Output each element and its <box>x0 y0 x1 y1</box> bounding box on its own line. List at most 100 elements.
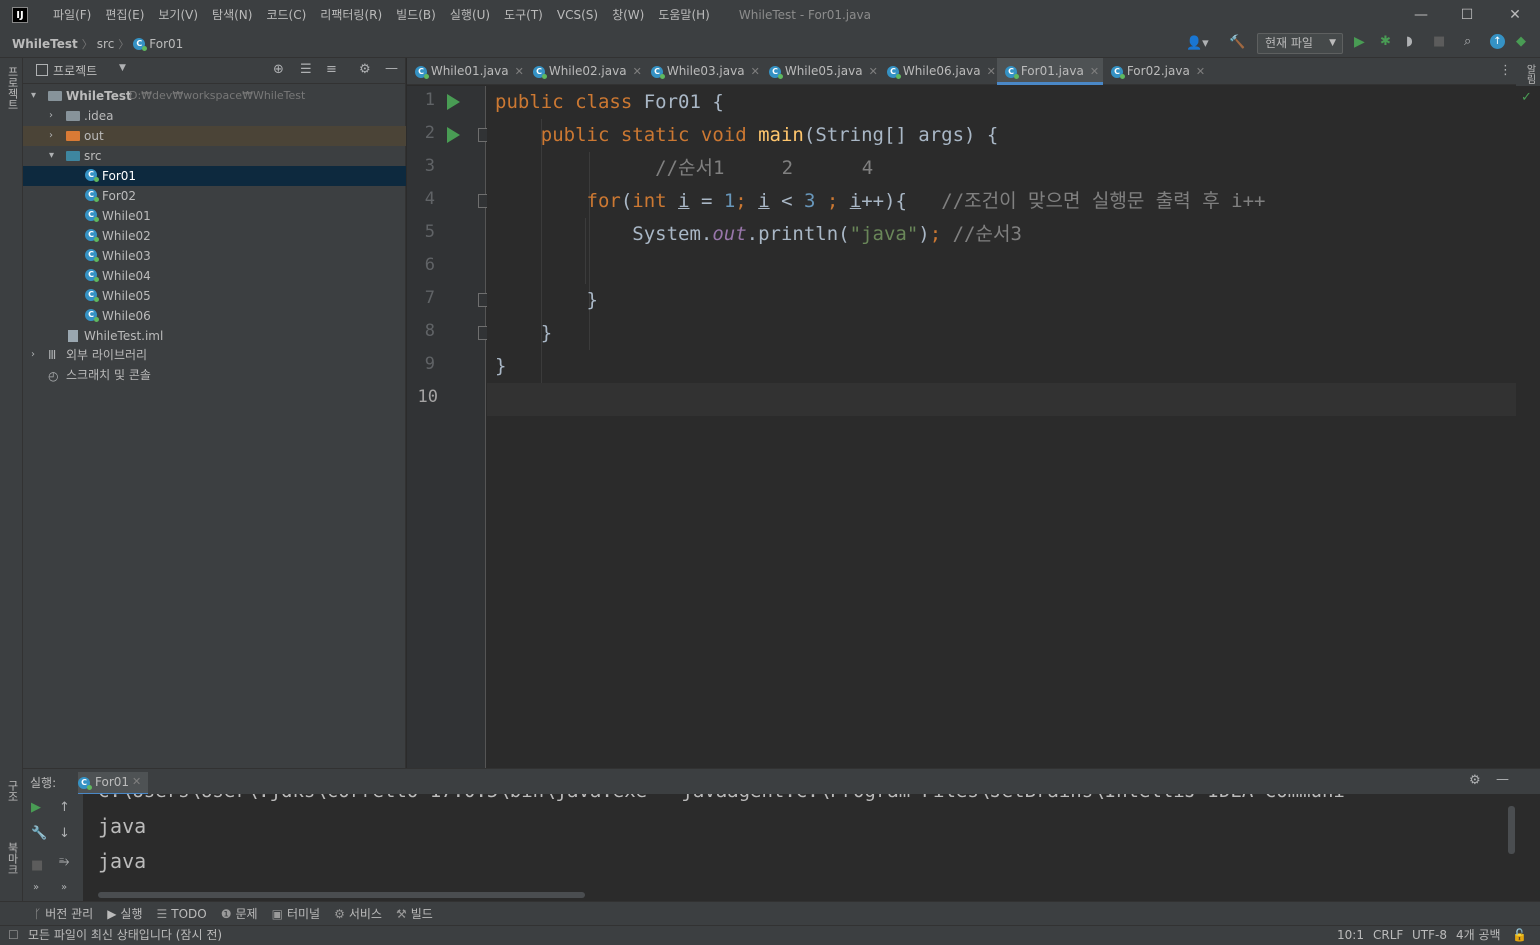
close-button[interactable]: ✕ <box>1492 0 1538 30</box>
user-icon[interactable]: 👤▾ <box>1186 36 1209 51</box>
tree-item-module[interactable]: ▾ WhileTest D:₩dev₩workspace₩WhileTest <box>23 86 406 106</box>
chevron-down-icon[interactable]: ▼ <box>119 63 126 73</box>
tree-item-external-libraries[interactable]: › Ⅲ 외부 라이브러리 <box>23 345 406 365</box>
tab-while06[interactable]: C While06.java ✕ <box>879 58 997 85</box>
stop-icon[interactable]: ■ <box>1433 34 1445 49</box>
tree-item-src[interactable]: ▾ src <box>23 146 406 166</box>
tree-item-scratches[interactable]: ◴ 스크래치 및 콘솔 <box>23 365 406 385</box>
tree-item-for01[interactable]: C For01 <box>23 166 406 186</box>
expand-arrow-icon[interactable]: › <box>49 106 59 126</box>
tool-build[interactable]: ⚒ 빌드 <box>396 905 433 922</box>
run-gutter-icon[interactable] <box>447 127 460 143</box>
hide-icon[interactable]: — <box>1496 772 1509 787</box>
close-icon[interactable]: ✕ <box>751 65 760 78</box>
run-icon[interactable]: ▶ <box>1354 34 1365 50</box>
menu-refactor[interactable]: 리팩터링(R) <box>313 0 389 30</box>
tab-while05[interactable]: C While05.java ✕ <box>761 58 879 85</box>
hide-icon[interactable]: — <box>385 61 398 76</box>
run-console[interactable]: ▶ ↑ 🔧 ↓ ■ ⥱ » » C:\Users\User\.jdks\corr… <box>23 794 1540 901</box>
scroll-down-icon[interactable]: ↓ <box>59 826 70 841</box>
code-editor[interactable]: public class For01 { public static void … <box>487 86 1516 768</box>
caret-position[interactable]: 10:1 <box>1337 926 1364 945</box>
minimize-button[interactable]: — <box>1398 0 1444 30</box>
run-tab[interactable]: C For01 ✕ <box>78 772 148 795</box>
menu-help[interactable]: 도움말(H) <box>651 0 717 30</box>
indent-setting[interactable]: 4개 공백 <box>1456 926 1501 945</box>
tab-for01[interactable]: C For01.java ✕ <box>997 58 1103 85</box>
stop-icon[interactable]: ■ <box>31 858 43 873</box>
file-encoding[interactable]: UTF-8 <box>1412 926 1447 945</box>
tool-services[interactable]: ⚙ 서비스 <box>334 905 382 922</box>
status-message[interactable]: 모든 파일이 최신 상태입니다 (잠시 전) <box>28 926 222 945</box>
close-icon[interactable]: ✕ <box>633 65 642 78</box>
tab-while03[interactable]: C While03.java ✕ <box>643 58 761 85</box>
tree-item-while04[interactable]: C While04 <box>23 266 406 286</box>
gear-icon[interactable]: ⚙ <box>359 62 371 77</box>
tool-version-control[interactable]: ᚴ 버전 관리 <box>34 905 93 922</box>
close-icon[interactable]: ✕ <box>132 775 141 788</box>
breadcrumb-file[interactable]: For01 <box>149 37 183 51</box>
tab-menu-icon[interactable]: ⋮ <box>1499 63 1512 78</box>
project-panel-title[interactable]: 프로젝트 <box>53 62 97 79</box>
bookmarks-tool-tab[interactable]: 북마크 <box>4 842 20 875</box>
menu-code[interactable]: 코드(C) <box>259 0 313 30</box>
menu-vcs[interactable]: VCS(S) <box>550 0 605 30</box>
locate-icon[interactable]: ⊕ <box>273 62 284 77</box>
tree-item-while06[interactable]: C While06 <box>23 306 406 326</box>
line-separator[interactable]: CRLF <box>1373 926 1403 945</box>
rerun-icon[interactable]: ▶ <box>31 800 41 815</box>
expand-arrow-icon[interactable]: ▾ <box>49 146 59 166</box>
editor-scrollbar[interactable]: ✓ <box>1516 86 1540 768</box>
wrench-icon[interactable]: 🔧 <box>31 826 47 841</box>
close-icon[interactable]: ✕ <box>987 65 996 78</box>
search-icon[interactable]: ⌕ <box>1464 34 1471 49</box>
tool-todo[interactable]: ☰ TODO <box>157 907 207 921</box>
close-icon[interactable]: ✕ <box>1090 65 1099 78</box>
build-hammer-icon[interactable]: 🔨 <box>1229 35 1245 50</box>
menu-window[interactable]: 창(W) <box>605 0 651 30</box>
update-icon[interactable]: ↑ <box>1490 34 1505 49</box>
console-horizontal-scrollbar[interactable] <box>98 892 585 898</box>
expand-all-icon[interactable]: ☰ <box>300 62 312 77</box>
tab-while02[interactable]: C While02.java ✕ <box>525 58 643 85</box>
tree-item-idea[interactable]: › .idea <box>23 106 406 126</box>
tool-problems[interactable]: ❶ 문제 <box>221 905 258 922</box>
tab-for02[interactable]: C For02.java ✕ <box>1103 58 1211 85</box>
close-icon[interactable]: ✕ <box>515 65 524 78</box>
tree-item-while02[interactable]: C While02 <box>23 226 406 246</box>
tree-item-while03[interactable]: C While03 <box>23 246 406 266</box>
tab-while01[interactable]: C While01.java ✕ <box>407 58 525 85</box>
close-icon[interactable]: ✕ <box>1196 65 1205 78</box>
close-icon[interactable]: ✕ <box>869 65 878 78</box>
gear-icon[interactable]: ⚙ <box>1469 773 1481 788</box>
scroll-up-icon[interactable]: ↑ <box>59 800 70 815</box>
notifications-tool-tab[interactable]: 알림 <box>1522 64 1537 84</box>
debug-icon[interactable]: ✱ <box>1380 34 1391 49</box>
tree-item-for02[interactable]: C For02 <box>23 186 406 206</box>
maximize-button[interactable]: ☐ <box>1444 0 1490 30</box>
tool-run[interactable]: ▶ 실행 <box>107 905 142 922</box>
coverage-icon[interactable]: ◗ <box>1406 34 1413 49</box>
menu-view[interactable]: 보기(V) <box>151 0 205 30</box>
lock-icon[interactable]: 🔓 <box>1512 926 1527 945</box>
project-tool-tab[interactable]: 프로젝트 <box>4 66 20 110</box>
console-vertical-scrollbar[interactable] <box>1508 806 1515 854</box>
tree-item-iml[interactable]: WhileTest.iml <box>23 326 406 346</box>
breadcrumb-folder[interactable]: src <box>97 37 115 51</box>
menu-run[interactable]: 실행(U) <box>443 0 497 30</box>
more-icon[interactable]: » <box>61 882 67 893</box>
run-config-selector[interactable]: 현재 파일 ▼ <box>1257 33 1343 54</box>
menu-navigate[interactable]: 탐색(N) <box>205 0 259 30</box>
toggle-tool-windows-icon[interactable]: ☐ <box>8 926 19 945</box>
breadcrumb-project[interactable]: WhileTest <box>12 37 78 51</box>
menu-tools[interactable]: 도구(T) <box>497 0 550 30</box>
tree-item-while05[interactable]: C While05 <box>23 286 406 306</box>
run-gutter-icon[interactable] <box>447 94 460 110</box>
tree-item-while01[interactable]: C While01 <box>23 206 406 226</box>
expand-arrow-icon[interactable]: › <box>49 126 59 146</box>
structure-tool-tab[interactable]: 구조 <box>4 780 20 802</box>
expand-arrow-icon[interactable]: › <box>31 345 41 365</box>
soft-wrap-icon[interactable]: ⥱ <box>59 854 69 869</box>
tree-item-out[interactable]: › out <box>23 126 406 146</box>
menu-file[interactable]: 파일(F) <box>46 0 98 30</box>
